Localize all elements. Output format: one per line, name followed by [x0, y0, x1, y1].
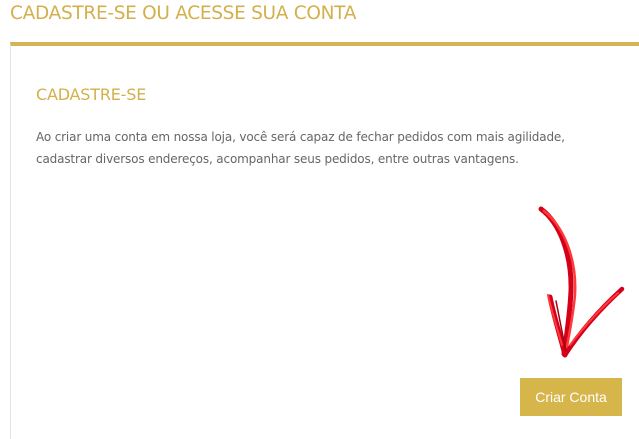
register-panel: CADASTRE-SE Ao criar uma conta em nossa … — [10, 42, 639, 439]
register-section-title: CADASTRE-SE — [36, 85, 147, 104]
page-title: CADASTRE-SE OU ACESSE SUA CONTA — [10, 3, 357, 24]
create-account-button[interactable]: Criar Conta — [520, 378, 622, 416]
register-description: Ao criar uma conta em nossa loja, você s… — [36, 130, 565, 166]
